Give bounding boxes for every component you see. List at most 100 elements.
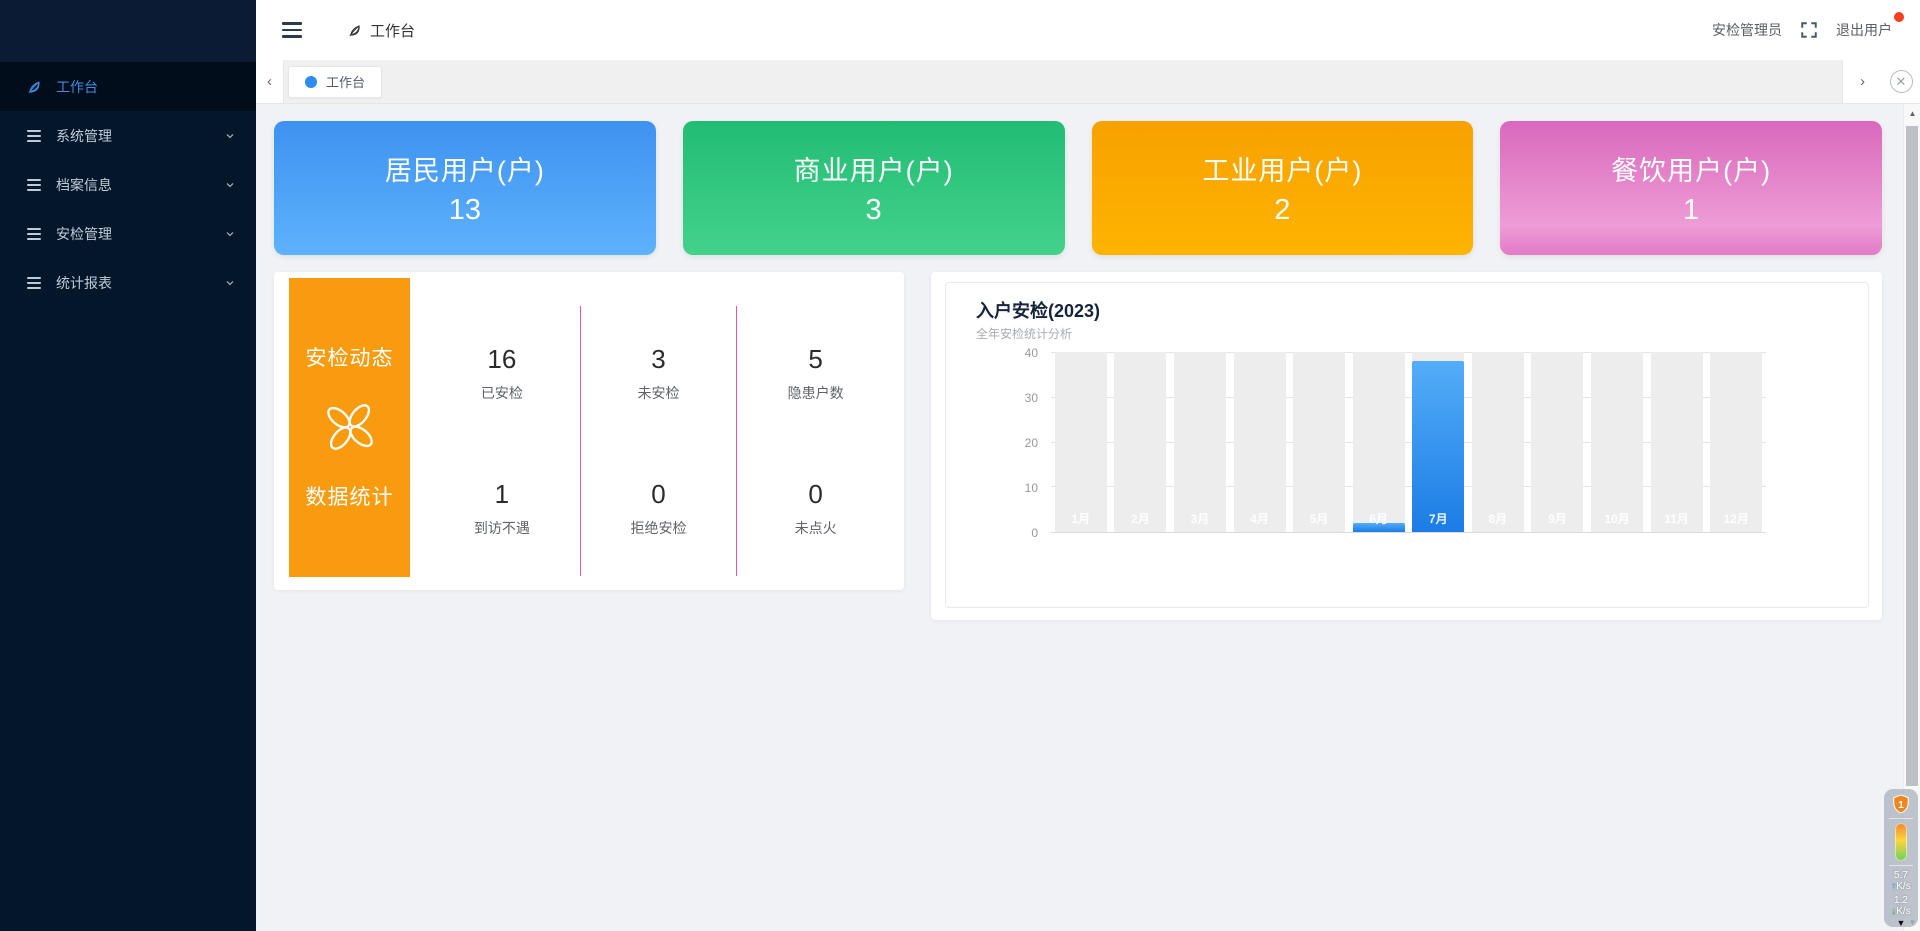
hamburger-menu-button[interactable] <box>262 0 322 60</box>
chart-card: 入户安检(2023) 全年安检统计分析 010203040 1月2月3月4月5月… <box>945 282 1869 608</box>
tabs-scroll-right-button[interactable]: › <box>1842 60 1882 103</box>
sidebar-item-archives[interactable]: 档案信息 <box>0 160 256 209</box>
y-tick-label: 10 <box>1025 481 1038 495</box>
chevron-down-icon <box>224 228 236 240</box>
annual-inspection-panel: 入户安检(2023) 全年安检统计分析 010203040 1月2月3月4月5月… <box>931 272 1882 620</box>
bar-month-10[interactable]: 10月 <box>1587 352 1647 532</box>
dynamics-title: 安检动态 <box>306 342 394 372</box>
bar-month-9[interactable]: 9月 <box>1528 352 1588 532</box>
background-bar <box>1531 352 1583 532</box>
sidebar-item-inspection[interactable]: 安检管理 <box>0 209 256 258</box>
upload-speed-unit: K/s <box>1896 881 1910 892</box>
download-speed: 1.2 ↓K/s <box>1891 895 1910 917</box>
card-value: 3 <box>866 194 882 227</box>
stat-not-inspected: 3 未安检 <box>581 306 738 441</box>
upload-speed-value: 5.7 <box>1891 870 1910 881</box>
breadcrumb: 工作台 <box>348 20 415 41</box>
bar-month-8[interactable]: 8月 <box>1468 352 1528 532</box>
bar-month-6[interactable]: 6月 <box>1349 352 1409 532</box>
chevron-down-icon <box>224 130 236 142</box>
shield-badge-icon: 1 <box>1891 794 1911 814</box>
tab-workbench[interactable]: 工作台 <box>288 66 382 98</box>
background-bar <box>1114 352 1166 532</box>
bar-month-1[interactable]: 1月 <box>1051 352 1111 532</box>
background-bar <box>1293 352 1345 532</box>
sidebar-item-label: 档案信息 <box>56 175 112 195</box>
background-bar <box>1472 352 1524 532</box>
card-title: 居民用户(户) <box>385 149 545 188</box>
page-title: 工作台 <box>370 20 415 41</box>
stat-label: 拒绝安检 <box>630 518 686 538</box>
card-title: 餐饮用户(户) <box>1611 149 1771 188</box>
x-tick-label: 5月 <box>1289 510 1349 527</box>
bar-month-2[interactable]: 2月 <box>1111 352 1171 532</box>
menu-lines-icon <box>26 226 42 242</box>
card-value: 13 <box>449 194 481 227</box>
sidebar-item-workbench[interactable]: 工作台 <box>0 62 256 111</box>
chart-title: 入户安检(2023) <box>976 297 1100 323</box>
y-tick-label: 40 <box>1025 346 1038 360</box>
chevron-down-icon <box>224 179 236 191</box>
sidebar-item-system[interactable]: 系统管理 <box>0 111 256 160</box>
menu-lines-icon <box>26 275 42 291</box>
stat-hazard-households: 5 隐患户数 <box>737 306 894 441</box>
x-tick-label: 2月 <box>1111 510 1171 527</box>
stat-label: 隐患户数 <box>788 383 844 403</box>
notification-dot <box>1894 12 1904 22</box>
stat-cards-row: 居民用户(户) 13 商业用户(户) 3 工业用户(户) 2 餐饮用户(户) 1 <box>274 121 1882 255</box>
background-bar <box>1174 352 1226 532</box>
widget-collapse-arrow[interactable]: ▼ <box>1897 919 1906 927</box>
scrollbar-up-arrow[interactable]: ▲ <box>1904 104 1920 122</box>
x-tick-label: 12月 <box>1706 510 1766 527</box>
stat-value: 16 <box>487 344 516 375</box>
x-tick-label: 9月 <box>1528 510 1588 527</box>
header-right: 安检管理员 退出用户 <box>1712 20 1896 40</box>
active-tab-dot <box>305 76 317 88</box>
menu-lines-icon <box>26 128 42 144</box>
x-tick-label: 8月 <box>1468 510 1528 527</box>
card-value: 2 <box>1274 194 1290 227</box>
x-tick-label: 1月 <box>1051 510 1111 527</box>
dynamics-side-block: 安检动态 数据统计 <box>289 278 410 577</box>
stat-label: 已安检 <box>481 383 523 403</box>
card-value: 1 <box>1683 194 1699 227</box>
stat-visit-missed: 1 到访不遇 <box>424 441 581 576</box>
x-tick-label: 11月 <box>1647 510 1707 527</box>
x-tick-label: 7月 <box>1408 510 1468 527</box>
logout-button[interactable]: 退出用户 <box>1836 20 1896 40</box>
stat-label: 未点火 <box>795 518 837 538</box>
stat-value: 0 <box>651 479 665 510</box>
close-circle-icon: ✕ <box>1890 70 1913 93</box>
fullscreen-icon[interactable] <box>1800 21 1818 39</box>
username-label: 安检管理员 <box>1712 20 1782 40</box>
tabs-scroll-left-button[interactable]: ‹ <box>256 60 284 103</box>
y-tick-label: 30 <box>1025 391 1038 405</box>
background-bar <box>1591 352 1643 532</box>
bar-month-4[interactable]: 4月 <box>1230 352 1290 532</box>
bar-month-12[interactable]: 12月 <box>1706 352 1766 532</box>
card-industrial-users: 工业用户(户) 2 <box>1092 121 1474 255</box>
bar-month-3[interactable]: 3月 <box>1170 352 1230 532</box>
download-speed-value: 1.2 <box>1891 895 1910 906</box>
close-all-tabs-button[interactable]: ✕ <box>1882 60 1920 103</box>
y-tick-label: 0 <box>1031 526 1038 540</box>
logout-label: 退出用户 <box>1836 22 1892 38</box>
sidebar-item-label: 统计报表 <box>56 273 112 293</box>
upload-speed: 5.7 ↑K/s <box>1891 870 1910 892</box>
stat-label: 未安检 <box>637 383 679 403</box>
chevron-down-icon <box>224 277 236 289</box>
tab-label: 工作台 <box>326 72 365 91</box>
bar-month-5[interactable]: 5月 <box>1289 352 1349 532</box>
bar-month-11[interactable]: 11月 <box>1647 352 1707 532</box>
scrollbar-thumb[interactable] <box>1906 126 1918 786</box>
bar-month-7[interactable]: 7月 <box>1408 352 1468 532</box>
stat-label: 到访不遇 <box>474 518 530 538</box>
stat-value: 3 <box>651 344 665 375</box>
net-speed-widget[interactable]: 1 5.7 ↑K/s 1.2 ↓K/s ▼ <box>1884 789 1918 927</box>
card-title: 工业用户(户) <box>1202 149 1362 188</box>
widget-divider <box>1889 865 1913 866</box>
pinwheel-icon <box>321 398 379 456</box>
chart-subtitle: 全年安检统计分析 <box>976 325 1072 342</box>
main-area: 工作台 安检管理员 退出用户 ‹ 工作台 › ✕ <box>256 0 1920 931</box>
sidebar-item-reports[interactable]: 统计报表 <box>0 258 256 307</box>
